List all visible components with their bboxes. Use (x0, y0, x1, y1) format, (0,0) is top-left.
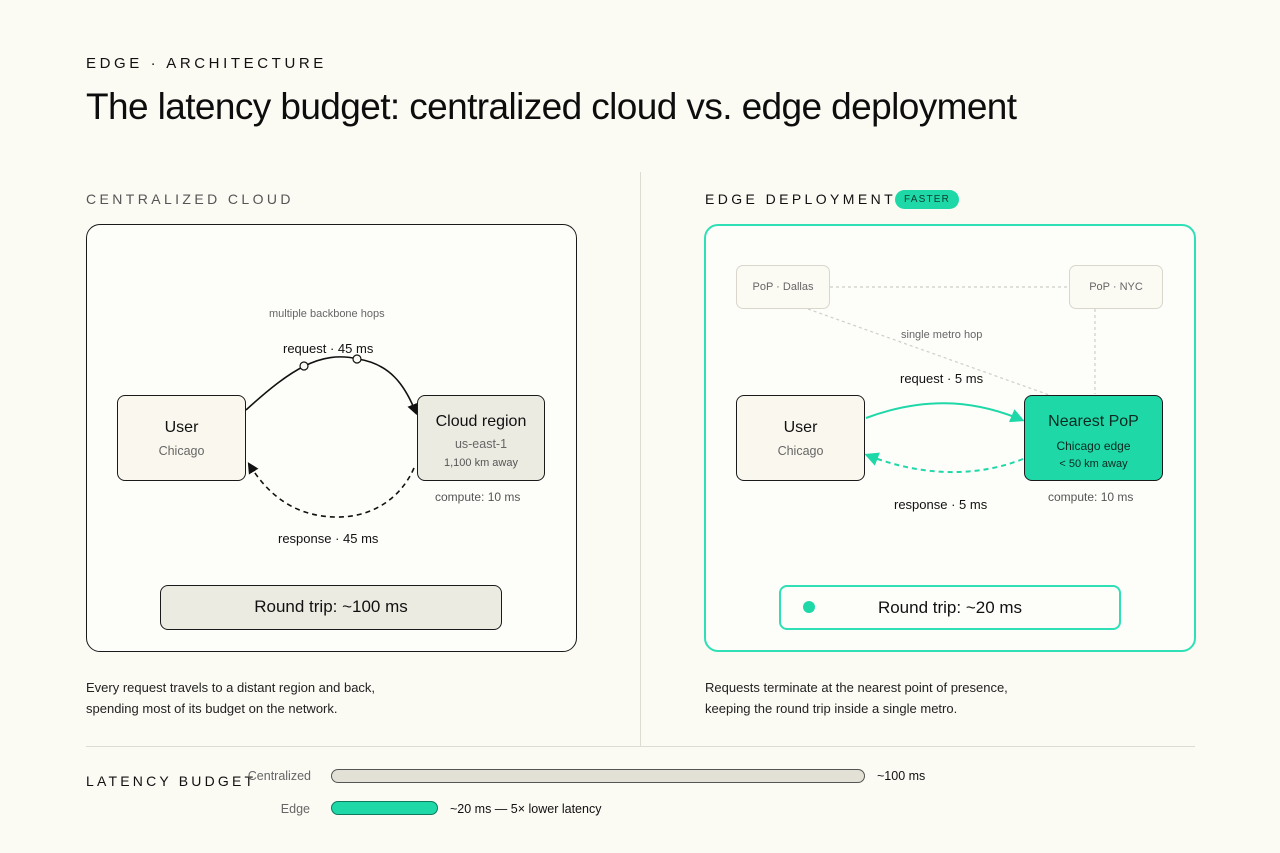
user-name: User (164, 419, 199, 436)
region-id: us-east-1 (454, 437, 508, 451)
user-location: Chicago (158, 444, 205, 458)
hops-note: multiple backbone hops (269, 308, 385, 320)
centralized-round-trip: Round trip: ~100 ms (160, 585, 502, 630)
status-dot-icon (803, 601, 815, 613)
region-name: Cloud region (435, 413, 527, 430)
hop-marker (299, 361, 309, 371)
centralized-budget-value: ~100 ms (877, 769, 926, 783)
centralized-response-label: response · 45 ms (278, 531, 379, 546)
edge-round-trip: Round trip: ~20 ms (779, 585, 1121, 630)
budget-row-label: Edge (280, 802, 310, 816)
edge-caption: Requests terminate at the nearest point … (705, 677, 1125, 719)
edge-budget-value: ~20 ms — 5× lower latency (450, 802, 602, 816)
caption-line: Every request travels to a distant regio… (86, 680, 376, 695)
user-location: Chicago (777, 444, 824, 458)
hop-marker (352, 354, 362, 364)
nearest-pop-node: Nearest PoP Chicago edge < 50 km away (1024, 395, 1163, 481)
caption-line: spending most of its budget on the netwo… (86, 701, 338, 716)
caption-line: Requests terminate at the nearest point … (705, 680, 1008, 695)
metro-note: single metro hop (901, 329, 983, 341)
centralized-budget-bar (331, 769, 865, 783)
pop-dallas-node: PoP · Dallas (736, 265, 830, 309)
nearest-pop-distance: < 50 km away (1059, 458, 1128, 470)
centralized-response-arrow (247, 462, 415, 518)
centralized-user-node: User Chicago (117, 395, 246, 481)
edge-response-label: response · 5 ms (894, 497, 988, 512)
edge-compute-label: compute: 10 ms (1048, 490, 1134, 504)
budget-row-label: Centralized (247, 769, 311, 783)
region-distance: 1,100 km away (444, 457, 518, 469)
edge-request-arrow (865, 402, 1025, 423)
user-name: User (783, 419, 818, 436)
nearest-pop-location: Chicago edge (1056, 439, 1131, 453)
edge-user-node: User Chicago (736, 395, 865, 481)
centralized-request-arrow (245, 356, 418, 416)
centralized-compute-label: compute: 10 ms (435, 490, 521, 504)
edge-request-label: request · 5 ms (900, 371, 984, 386)
centralized-request-label: request · 45 ms (283, 341, 374, 356)
cloud-region-node: Cloud region us-east-1 1,100 km away (417, 395, 545, 481)
centralized-caption: Every request travels to a distant regio… (86, 677, 506, 719)
pop-nyc-node: PoP · NYC (1069, 265, 1163, 309)
caption-line: keeping the round trip inside a single m… (705, 701, 958, 716)
nearest-pop-name: Nearest PoP (1048, 413, 1139, 430)
edge-budget-bar (331, 801, 438, 815)
edge-response-arrow (864, 452, 1024, 474)
